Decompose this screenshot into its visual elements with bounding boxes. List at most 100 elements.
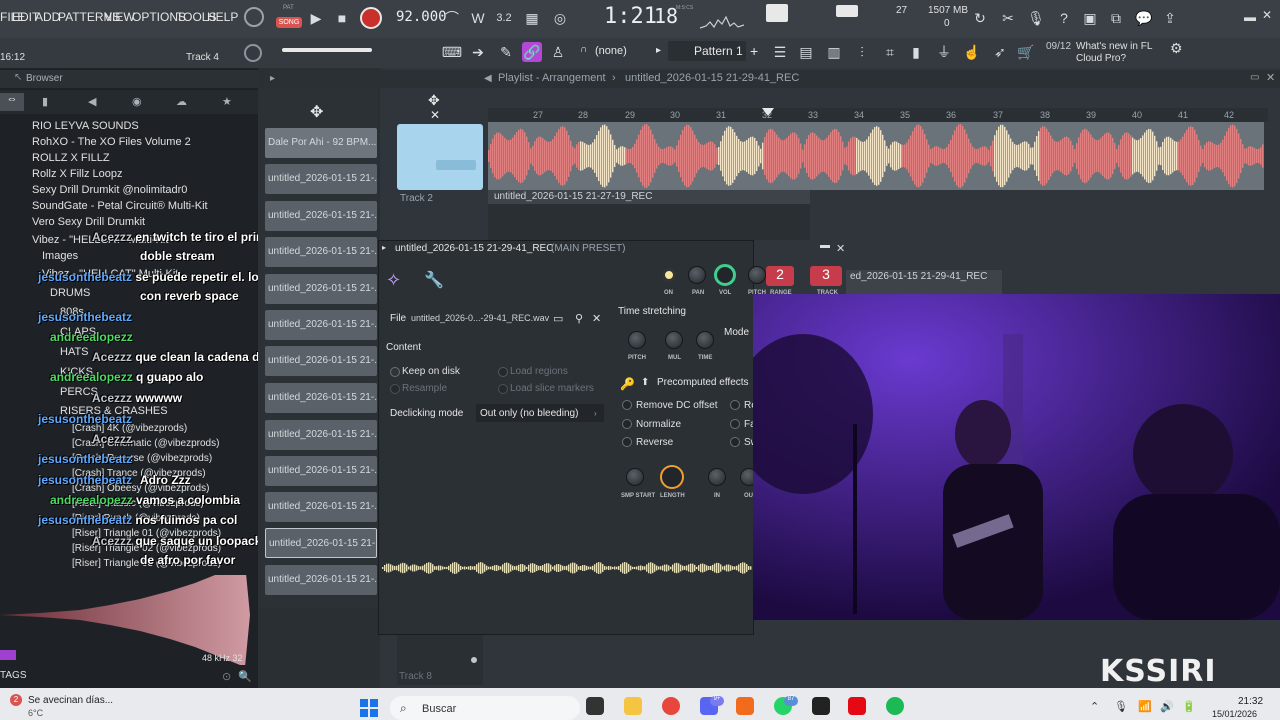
sampler-minimize-icon[interactable]: ▬ — [820, 240, 830, 251]
menu-help[interactable]: HELP — [207, 10, 238, 24]
playlist-close-icon[interactable]: ✕ — [1266, 71, 1275, 84]
link-icon[interactable]: 🔗 — [522, 42, 542, 62]
pin-icon[interactable]: ⚲ — [575, 312, 583, 325]
pan-knob[interactable] — [688, 266, 706, 284]
taskbar-date[interactable]: 15/01/2026 — [1212, 709, 1257, 719]
piano-roll-icon[interactable]: ▤ — [796, 42, 816, 62]
channel-button[interactable]: untitled_2026-01-15 21-... — [265, 565, 377, 595]
load-regions-radio[interactable] — [498, 367, 508, 377]
minimize-icon[interactable]: ▬ — [1244, 10, 1256, 24]
send-icon[interactable]: ➶ — [990, 42, 1010, 62]
taskbar-time[interactable]: 21:32 — [1238, 696, 1263, 707]
magnet-icon[interactable]: ∩ — [580, 44, 587, 55]
tag-search-icon[interactable]: ⊙ — [222, 670, 231, 683]
help-icon[interactable]: ? — [1054, 8, 1074, 28]
save-icon[interactable]: ▣ — [1080, 8, 1100, 28]
browser-folder[interactable]: SoundGate - Petal Circuit® Multi-Kit — [0, 200, 258, 216]
tray-battery-icon[interactable]: 🔋 — [1182, 700, 1196, 713]
snap-select[interactable]: (none) — [595, 45, 627, 57]
arrow-icon[interactable]: ➔ — [468, 42, 488, 62]
browser-folder[interactable]: RohXO - The XO Files Volume 2 — [0, 136, 258, 152]
browser-folder[interactable]: Images — [0, 250, 258, 266]
resample-radio[interactable] — [390, 384, 400, 394]
sample-start-knob[interactable] — [626, 468, 644, 486]
length-knob[interactable] — [660, 465, 684, 489]
keep-on-disk-radio[interactable] — [390, 367, 400, 377]
plugin-icon[interactable]: ⏚ — [934, 42, 954, 62]
normalize-radio[interactable] — [622, 419, 632, 429]
touch-icon[interactable]: ☝ — [962, 42, 982, 62]
export-icon[interactable]: ⧉ — [1106, 8, 1126, 28]
sample-waveform[interactable] — [382, 520, 752, 620]
clear-file-icon[interactable]: ✕ — [592, 312, 601, 325]
menu-view[interactable]: VIEW — [104, 10, 135, 24]
browser-tab-cloud-icon[interactable]: ☁ — [176, 95, 187, 108]
step-edit-icon[interactable]: ▦ — [522, 8, 542, 28]
browser-arrow-icon[interactable]: ↖ — [14, 72, 22, 83]
fl-cloud-icon[interactable]: ⚙ — [1170, 40, 1183, 57]
file-explorer-icon[interactable] — [624, 697, 642, 715]
mixer-track-knob[interactable] — [244, 44, 262, 62]
playlist-move-icon[interactable]: ✥ — [428, 92, 440, 109]
preview-play-icon[interactable] — [0, 650, 16, 660]
load-slice-radio[interactable] — [498, 384, 508, 394]
browser-icon[interactable]: ⌗ — [880, 42, 900, 62]
tray-mic-icon[interactable]: 🎙 — [1114, 700, 1128, 713]
channel-button[interactable]: untitled_2026-01-15 21-... — [265, 346, 377, 376]
channel-button[interactable]: untitled_2026-01-15 21-... — [265, 237, 377, 267]
ts-mul-knob[interactable] — [665, 331, 683, 349]
channel-button[interactable]: untitled_2026-01-15 21-... — [265, 310, 377, 340]
playlist-close-small-icon[interactable]: ✕ — [430, 108, 440, 122]
master-pitch-knob[interactable] — [244, 7, 264, 27]
pitch-knob[interactable] — [748, 266, 766, 284]
channel-rack-icon[interactable]: ▥ — [824, 42, 844, 62]
browser-tab-files-icon[interactable]: ▮ — [42, 95, 48, 108]
close-icon[interactable]: ✕ — [1262, 8, 1272, 22]
browser-folder[interactable]: Rollz X Fillz Loopz — [0, 168, 258, 184]
windows-start-icon[interactable] — [360, 699, 378, 717]
draw-icon[interactable]: ✎ — [496, 42, 516, 62]
mixer-icon[interactable]: ⫶ — [852, 42, 872, 62]
channel-button[interactable]: untitled_2026-01-15 21-... — [265, 274, 377, 304]
undo-icon[interactable]: ↻ — [970, 8, 990, 28]
channel-button[interactable]: Dale Por Ahi - 92 BPM... — [265, 128, 377, 158]
effect2-radio[interactable] — [730, 400, 740, 410]
audio-clip-waveform[interactable] — [488, 122, 1264, 190]
menu-add[interactable]: ADD — [35, 10, 60, 24]
sampler-collapse-icon[interactable]: ▸ — [382, 243, 386, 252]
fl-studio-icon[interactable] — [736, 697, 754, 715]
tray-volume-icon[interactable]: 🔊 — [1160, 700, 1174, 713]
fade-in-knob[interactable] — [708, 468, 726, 486]
chrome-icon[interactable] — [662, 697, 680, 715]
effect2-radio[interactable] — [730, 419, 740, 429]
channel-button[interactable]: untitled_2026-01-15 21-... — [265, 420, 377, 450]
channel-button[interactable]: untitled_2026-01-15 21-... — [265, 201, 377, 231]
channel-button[interactable]: untitled_2026-01-15 21-... — [265, 492, 377, 522]
time-display[interactable]: 1:21 — [604, 4, 657, 29]
tray-wifi-icon[interactable]: 📶 — [1138, 700, 1152, 713]
channel-button[interactable]: untitled_2026-01-15 21-... — [265, 456, 377, 486]
browser-folder[interactable]: ROLLZ X FILLZ — [0, 152, 258, 168]
track-8-mute[interactable] — [471, 657, 477, 663]
timeline-ruler[interactable] — [488, 108, 1268, 122]
cart-icon[interactable]: 🛒 — [1016, 42, 1036, 62]
master-volume-slider[interactable] — [282, 48, 372, 52]
hint-news[interactable]: What's new in FL Cloud Pro? — [1046, 41, 1156, 67]
range-value[interactable]: 2 — [766, 266, 794, 286]
remove-dc-radio[interactable] — [622, 400, 632, 410]
keyboard-icon[interactable]: ⌨ — [442, 42, 462, 62]
sampler-waveform-tab-icon[interactable]: ✧ — [386, 270, 401, 291]
chat-icon[interactable]: 💬 — [1134, 8, 1154, 28]
browser-waveform[interactable] — [0, 563, 258, 667]
rack-arrow-icon[interactable]: ▸ — [270, 73, 275, 84]
browser-tab-globe-icon[interactable]: ◉ — [132, 95, 142, 108]
add-pattern-icon[interactable]: + — [750, 43, 758, 59]
loop-record-icon[interactable]: ◎ — [550, 8, 570, 28]
output-icon[interactable] — [836, 5, 858, 17]
panic-icon[interactable]: ✂ — [998, 8, 1018, 28]
song-mode-toggle[interactable]: SONG — [276, 17, 302, 28]
task-view-icon[interactable] — [586, 697, 604, 715]
ts-pitch-knob[interactable] — [628, 331, 646, 349]
spotify-icon[interactable] — [886, 697, 904, 715]
channel-button[interactable]: untitled_2026-01-15 21-... — [265, 383, 377, 413]
